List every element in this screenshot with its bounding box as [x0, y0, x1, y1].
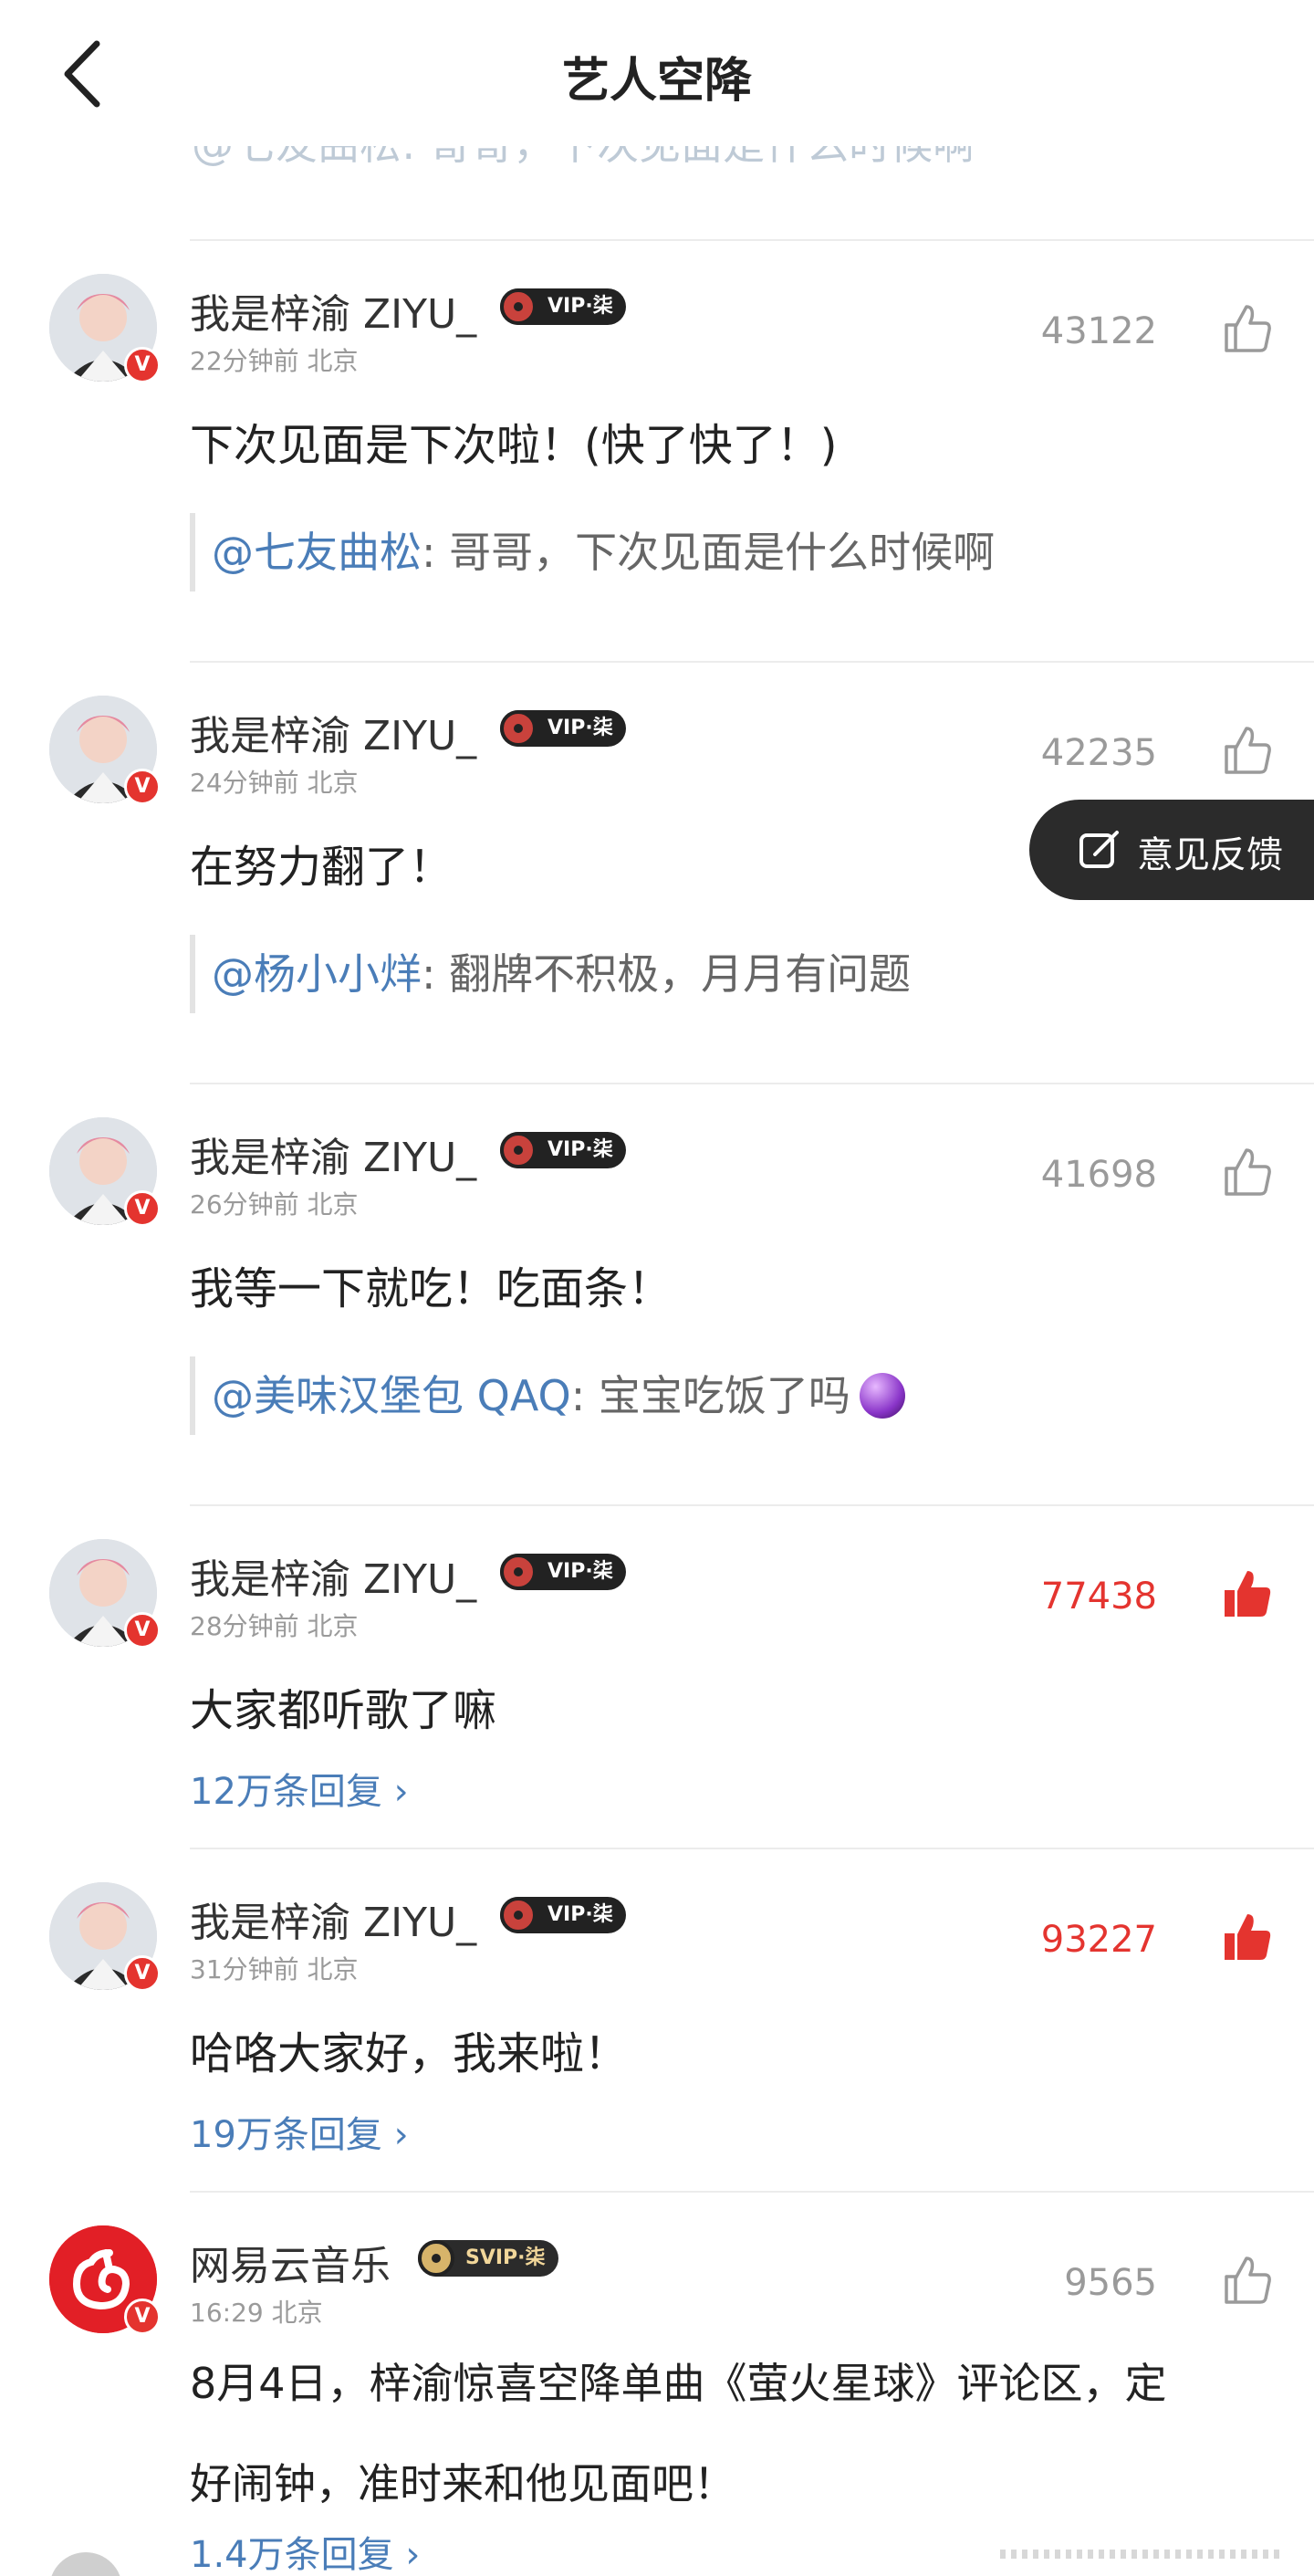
vip-badge: VIP·柒 — [500, 1897, 626, 1933]
comment-text: 大家都听歌了嘛 — [190, 1685, 497, 1736]
username[interactable]: 我是梓渝 ZIYU_ — [190, 1125, 476, 1183]
thumb-up-outline-icon[interactable] — [1219, 1145, 1274, 1199]
username[interactable]: 我是梓渝 ZIYU_ — [190, 1890, 476, 1948]
quoted-user[interactable]: @杨小小烊 — [212, 949, 422, 999]
verified-v-icon: V — [124, 1190, 161, 1227]
like-count: 42235 — [1040, 732, 1157, 774]
top-nav-bar: 艺人空降 — [0, 0, 1314, 146]
username[interactable]: 我是梓渝 ZIYU_ — [190, 703, 476, 761]
like-count: 41698 — [1040, 1154, 1157, 1196]
divider — [190, 661, 1314, 663]
comment-text: 哈咯大家好，我来啦！ — [190, 2028, 629, 2079]
like-count: 77438 — [1040, 1576, 1157, 1618]
quoted-text: : 翻牌不积极，月月有问题 — [422, 949, 912, 999]
comment-meta: 22分钟前 北京 — [190, 346, 359, 376]
comment-text: 在努力翻了！ — [190, 842, 454, 893]
svip-badge: SVIP·柒 — [418, 2240, 558, 2277]
username[interactable]: 我是梓渝 ZIYU_ — [190, 281, 476, 340]
quoted-text: : 宝宝吃饭了吗 — [570, 1371, 850, 1420]
avatar[interactable]: V — [49, 1539, 161, 1649]
vip-badge: VIP·柒 — [500, 1132, 626, 1168]
quoted-comment[interactable]: @美味汉堡包 QAQ: 宝宝吃饭了吗 — [190, 1356, 905, 1435]
thumb-up-outline-icon[interactable] — [1219, 2253, 1274, 2308]
comment-text: 下次见面是下次啦！(快了快了！) — [190, 420, 838, 471]
quoted-user[interactable]: @美味汉堡包 QAQ — [212, 1371, 571, 1420]
thumb-up-filled-icon[interactable] — [1219, 1910, 1274, 1964]
thumb-up-filled-icon[interactable] — [1219, 1566, 1274, 1621]
comment-meta: 31分钟前 北京 — [190, 1954, 359, 1984]
like-count: 93227 — [1040, 1919, 1157, 1961]
verified-v-icon: V — [124, 347, 161, 383]
feedback-button[interactable]: 意见反馈 — [1029, 800, 1314, 900]
chevron-right-icon: › — [405, 2534, 421, 2576]
verified-v-icon: V — [124, 1955, 161, 1992]
vinyl-record-icon — [500, 1132, 537, 1168]
comment-meta: 24分钟前 北京 — [190, 768, 359, 798]
avatar[interactable]: V — [49, 1117, 161, 1227]
avatar[interactable]: V — [49, 696, 161, 805]
divider — [190, 239, 1314, 241]
verified-v-icon: V — [124, 1612, 161, 1649]
view-replies-link[interactable]: 1.4万条回复 › — [190, 2525, 420, 2576]
quoted-user[interactable]: @七友曲松 — [212, 528, 422, 577]
divider — [190, 1848, 1314, 1849]
quoted-comment[interactable]: @七友曲松: 哥哥，下次见面是什么时候啊 — [190, 513, 995, 592]
comment-meta: 26分钟前 北京 — [190, 1189, 359, 1220]
comment-text: 8月4日，梓渝惊喜空降单曲《萤火星球》评论区，定 好闹钟，准时来和他见面吧！ — [190, 2333, 1257, 2534]
username[interactable]: 我是梓渝 ZIYU_ — [190, 1546, 476, 1605]
feedback-label: 意见反馈 — [1137, 834, 1283, 876]
thumb-up-outline-icon[interactable] — [1219, 301, 1274, 356]
verified-v-icon: V — [124, 2299, 161, 2335]
divider — [190, 1083, 1314, 1084]
avatar[interactable]: V — [49, 2225, 161, 2335]
view-replies-link[interactable]: 12万条回复 › — [190, 1762, 409, 1815]
vip-badge: VIP·柒 — [500, 1554, 626, 1590]
vinyl-record-icon — [500, 1554, 537, 1590]
vip-badge: VIP·柒 — [500, 288, 626, 325]
vinyl-record-icon — [500, 288, 537, 325]
verified-v-icon: V — [124, 769, 161, 805]
chevron-right-icon: › — [393, 1771, 409, 1813]
watermark-dots — [1000, 2550, 1279, 2559]
vinyl-record-icon — [500, 710, 537, 747]
vip-badge: VIP·柒 — [500, 710, 626, 747]
vinyl-record-icon — [500, 1897, 537, 1933]
quoted-text: : 哥哥，下次见面是什么时候啊 — [422, 528, 996, 577]
like-count: 43122 — [1040, 310, 1157, 352]
avatar[interactable]: V — [49, 274, 161, 383]
divider — [190, 2191, 1314, 2193]
comment-text: 我等一下就吃！吃面条！ — [190, 1263, 673, 1314]
thumb-up-outline-icon[interactable] — [1219, 723, 1274, 778]
divider — [190, 1504, 1314, 1506]
like-count: 9565 — [1064, 2262, 1157, 2304]
page-title: 艺人空降 — [561, 54, 752, 109]
username[interactable]: 网易云音乐 — [190, 2233, 391, 2291]
quoted-comment[interactable]: @杨小小烊: 翻牌不积极，月月有问题 — [190, 935, 911, 1013]
crystal-ball-emoji-icon — [859, 1372, 905, 1419]
view-replies-link[interactable]: 19万条回复 › — [190, 2105, 409, 2158]
edit-icon — [1079, 831, 1119, 868]
comment-meta: 28分钟前 北京 — [190, 1611, 359, 1641]
chevron-right-icon: › — [393, 2114, 409, 2156]
avatar[interactable] — [49, 2552, 122, 2576]
comment-text-line: 好闹钟，准时来和他见面吧！ — [190, 2459, 735, 2508]
comment-meta: 16:29 北京 — [190, 2298, 323, 2328]
comment-text-line: 8月4日，梓渝惊喜空降单曲《萤火星球》评论区，定 — [190, 2359, 1167, 2408]
avatar[interactable]: V — [49, 1882, 161, 1992]
vinyl-record-icon — [418, 2240, 454, 2277]
